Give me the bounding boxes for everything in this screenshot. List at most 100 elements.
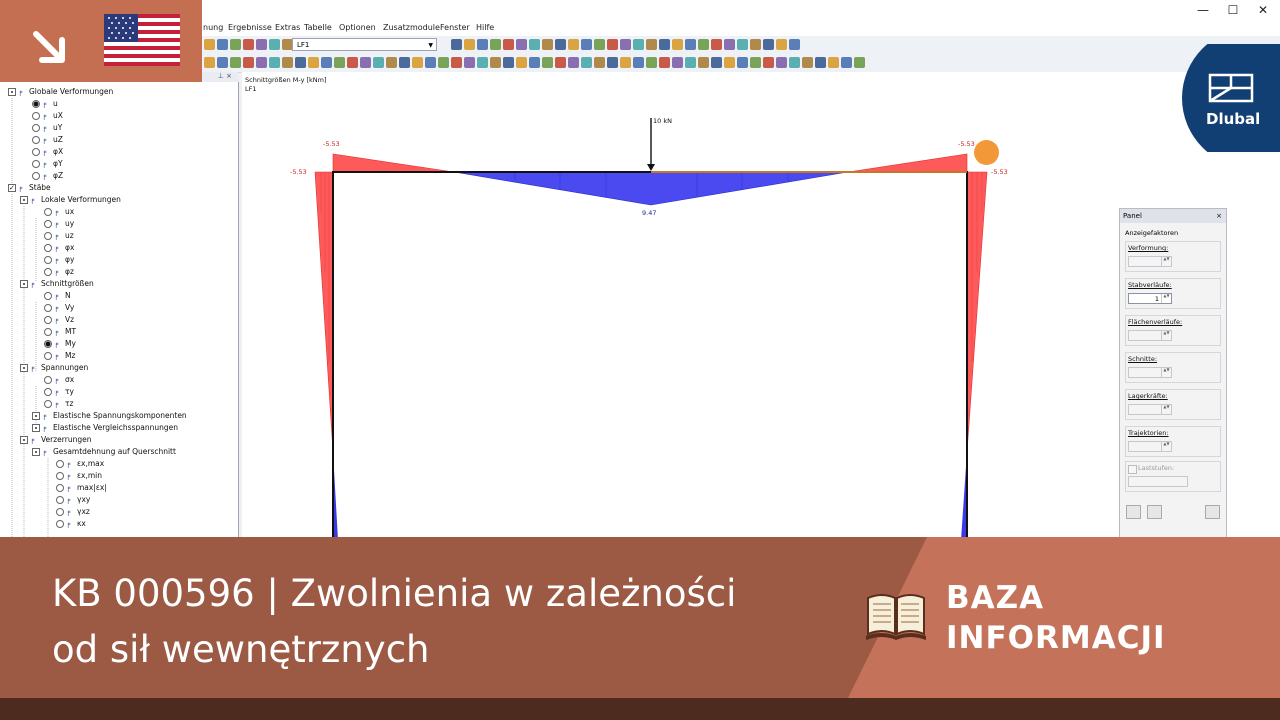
toolbar-button[interactable] (321, 57, 332, 68)
radio-button[interactable] (32, 100, 40, 108)
toolbar-button[interactable] (711, 57, 722, 68)
radio-button[interactable] (32, 160, 40, 168)
minimize-button[interactable]: — (1186, 0, 1220, 20)
spinner-arrows-icon[interactable]: ▲▼ (1161, 293, 1171, 303)
radio-button[interactable] (44, 340, 52, 348)
navigator-item[interactable]: ╒ uX (32, 110, 63, 122)
navigator-item[interactable]: ╒ εx,max (56, 458, 104, 470)
radio-button[interactable] (44, 268, 52, 276)
toolbar-button[interactable] (490, 57, 501, 68)
toolbar-button[interactable] (776, 39, 787, 50)
navigator-item[interactable]: ╒ Globale Verformungen (8, 86, 113, 98)
toolbar-button[interactable] (412, 57, 423, 68)
toolbar-button[interactable] (750, 39, 761, 50)
toolbar-button[interactable] (581, 39, 592, 50)
navigator-item[interactable]: ╒ φx (44, 242, 74, 254)
radio-button[interactable] (32, 148, 40, 156)
laststufen-select[interactable] (1128, 476, 1188, 487)
toolbar-button[interactable] (386, 57, 397, 68)
navigator-item[interactable]: ╒ Lokale Verformungen (20, 194, 121, 206)
navigator-item[interactable]: ╒ Vy (44, 302, 74, 314)
navigator-item[interactable]: ╒ γxz (56, 506, 90, 518)
navigator-item[interactable]: ╒ uy (44, 218, 74, 230)
display-factor-spinner[interactable]: ▲▼ (1128, 404, 1172, 415)
toolbar-button[interactable] (750, 57, 761, 68)
navigator-item[interactable]: ╒ Mz (44, 350, 75, 362)
toolbar-button[interactable] (477, 57, 488, 68)
toolbar-button[interactable] (607, 57, 618, 68)
toolbar-button[interactable] (555, 57, 566, 68)
navigator-item[interactable]: ╒ κx (56, 518, 86, 530)
checkbox[interactable] (32, 448, 40, 456)
radio-button[interactable] (32, 124, 40, 132)
toolbar-button[interactable] (542, 39, 553, 50)
toolbar-button[interactable] (789, 39, 800, 50)
menu-item-fenster[interactable]: Fenster (440, 23, 470, 32)
toolbar-button[interactable] (503, 39, 514, 50)
spinner-arrows-icon[interactable]: ▲▼ (1161, 330, 1171, 340)
radio-button[interactable] (44, 304, 52, 312)
radio-button[interactable] (56, 472, 64, 480)
toolbar-button[interactable] (633, 57, 644, 68)
toolbar-button[interactable] (646, 57, 657, 68)
toolbar-button[interactable] (724, 39, 735, 50)
navigator-item[interactable]: ╒ MT (44, 326, 76, 338)
radio-button[interactable] (44, 292, 52, 300)
toolbar-button[interactable] (204, 57, 215, 68)
display-factor-spinner[interactable]: ▲▼ (1128, 330, 1172, 341)
toolbar-button[interactable] (529, 39, 540, 50)
toolbar-button[interactable] (347, 57, 358, 68)
toolbar-button[interactable] (399, 57, 410, 68)
spinner-arrows-icon[interactable]: ▲▼ (1161, 367, 1171, 377)
toolbar-button[interactable] (737, 57, 748, 68)
toolbar-button[interactable] (685, 39, 696, 50)
radio-button[interactable] (44, 388, 52, 396)
toolbar-button[interactable] (230, 57, 241, 68)
toolbar-button[interactable] (633, 39, 644, 50)
menu-item-berechnung[interactable]: nung (203, 23, 223, 32)
toolbar-button[interactable] (217, 39, 228, 50)
toolbar-button[interactable] (568, 39, 579, 50)
checkbox[interactable] (20, 196, 28, 204)
radio-button[interactable] (56, 508, 64, 516)
toolbar-button[interactable] (763, 57, 774, 68)
toolbar-button[interactable] (620, 39, 631, 50)
toolbar-button[interactable] (464, 57, 475, 68)
navigator-item[interactable]: ╒ Elastische Spannungskomponenten (32, 410, 187, 422)
radio-button[interactable] (32, 136, 40, 144)
radio-button[interactable] (56, 520, 64, 528)
laststufen-checkbox[interactable] (1128, 465, 1137, 474)
toolbar-button[interactable] (672, 57, 683, 68)
navigator-item[interactable]: ╒ Vz (44, 314, 74, 326)
toolbar-button[interactable] (269, 57, 280, 68)
radio-button[interactable] (44, 232, 52, 240)
checkbox[interactable] (32, 412, 40, 420)
toolbar-button[interactable] (711, 39, 722, 50)
radio-button[interactable] (44, 316, 52, 324)
toolbar-button[interactable] (854, 57, 865, 68)
navigator-item[interactable]: ╒ max|εx| (56, 482, 107, 494)
navigator-item[interactable]: ╒ φz (44, 266, 74, 278)
toolbar-button[interactable] (841, 57, 852, 68)
checkbox[interactable] (32, 424, 40, 432)
navigator-item[interactable]: ╒ φZ (32, 170, 63, 182)
checkbox[interactable]: ✓ (8, 184, 16, 192)
radio-button[interactable] (44, 256, 52, 264)
navigator-item[interactable]: ╒ τy (44, 386, 74, 398)
toolbar-button[interactable] (555, 39, 566, 50)
navigator-item[interactable]: ╒ My (44, 338, 76, 350)
toolbar-button[interactable] (503, 57, 514, 68)
toolbar-button[interactable] (373, 57, 384, 68)
toolbar-button[interactable] (217, 57, 228, 68)
toolbar-button[interactable] (360, 57, 371, 68)
toolbar-button[interactable] (269, 39, 280, 50)
toolbar-button[interactable] (256, 39, 267, 50)
toolbar-button[interactable] (477, 39, 488, 50)
toolbar-button[interactable] (685, 57, 696, 68)
panel-copy-icon[interactable] (1147, 505, 1162, 519)
radio-button[interactable] (44, 352, 52, 360)
toolbar-button[interactable] (802, 57, 813, 68)
menu-item-hilfe[interactable]: Hilfe (476, 23, 494, 32)
navigator-item[interactable]: ╒ uZ (32, 134, 63, 146)
navigator-item[interactable]: ╒ uz (44, 230, 74, 242)
